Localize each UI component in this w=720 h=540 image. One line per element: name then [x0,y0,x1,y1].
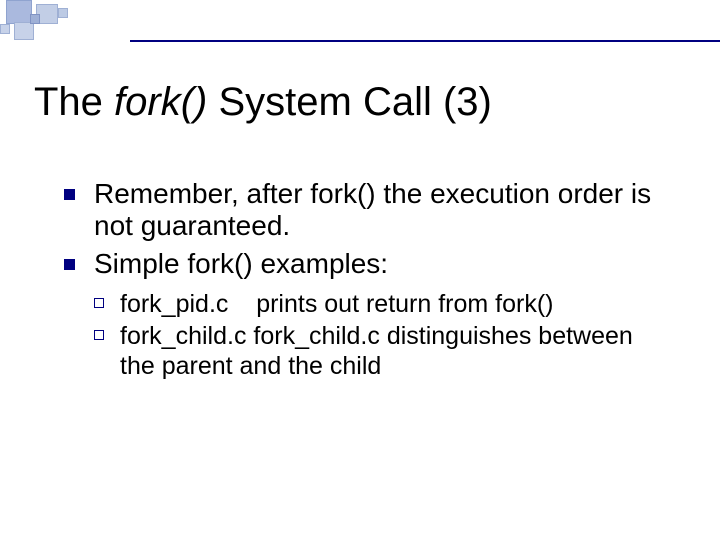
bullet-item: Simple fork() examples: [64,248,660,280]
bullet-text: Remember, after fork() the execution ord… [94,178,651,241]
sub-file: fork_child.c [120,322,246,350]
deco-square [30,14,40,24]
deco-square [6,0,32,24]
sub-list: fork_pid.c prints out return from fork()… [94,289,660,381]
corner-decoration [0,0,130,42]
sub-bullet-item: fork_pid.c prints out return from fork() [94,289,660,319]
gap [228,290,256,318]
accent-line [130,40,720,42]
sub-mid: fork_child.c [253,322,379,350]
bullet-text: Simple fork() examples: [94,248,388,279]
title-pre: The [34,80,114,124]
sub-bullet-item: fork_child.c fork_child.c distinguishes … [94,321,660,381]
bullet-item: Remember, after fork() the execution ord… [64,178,660,242]
sub-desc: prints out return from fork() [256,290,553,318]
slide: The fork() System Call (3) Remember, aft… [0,0,720,540]
slide-body: Remember, after fork() the execution ord… [64,178,660,383]
gap [380,322,387,350]
slide-title: The fork() System Call (3) [34,80,686,124]
open-square-bullet-icon [94,330,104,340]
deco-square [58,8,68,18]
deco-square [14,22,34,40]
square-bullet-icon [64,189,75,200]
sub-file: fork_pid.c [120,290,228,318]
deco-square [0,24,10,34]
title-italic: fork() [114,80,207,124]
open-square-bullet-icon [94,298,104,308]
square-bullet-icon [64,259,75,270]
title-post: System Call (3) [207,80,492,124]
